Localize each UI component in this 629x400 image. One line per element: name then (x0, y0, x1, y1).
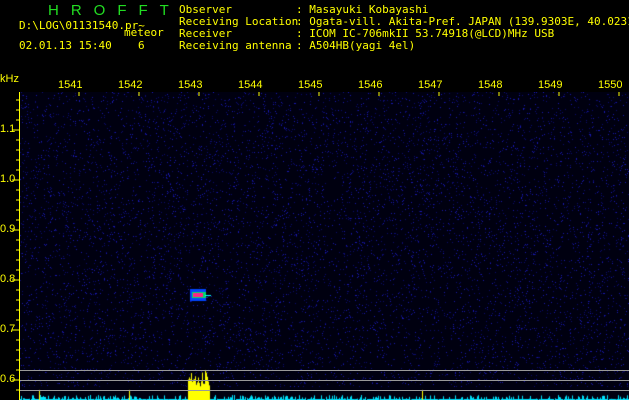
y-tick-label: 0.7 (0, 323, 15, 335)
y-tick-label: 0.9 (0, 223, 15, 235)
axes (0, 0, 629, 400)
x-tick-label: 1548 (478, 79, 502, 91)
x-tick-label: 1545 (298, 79, 322, 91)
x-tick-label: 1544 (238, 79, 262, 91)
x-tick-label: 1541 (58, 79, 82, 91)
y-tick-label: 1.0 (0, 173, 15, 185)
x-tick-label: 1547 (418, 79, 442, 91)
x-tick-label: 1546 (358, 79, 382, 91)
y-tick-label: 1.1 (0, 123, 15, 135)
y-tick-label: 0.8 (0, 273, 15, 285)
x-tick-label: 1543 (178, 79, 202, 91)
x-tick-label: 1549 (538, 79, 562, 91)
x-tick-label: 1542 (118, 79, 142, 91)
hrofft-window: HROFFT D:\LOG\01131540.pr~ meteor 02.01.… (0, 0, 629, 400)
y-tick-label: 0.6 (0, 373, 15, 385)
x-tick-label: 1550 (598, 79, 622, 91)
